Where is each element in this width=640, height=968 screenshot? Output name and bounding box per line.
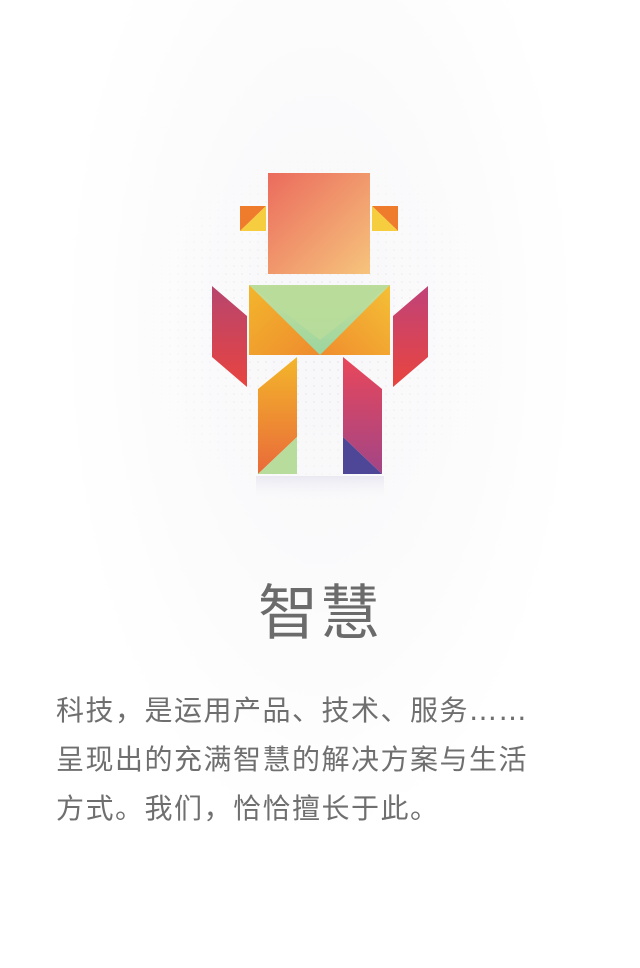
- robot-reflection: [256, 476, 384, 506]
- description-line-1: 科技，是运用产品、技术、服务……: [56, 694, 529, 727]
- description-line-3: 方式。我们，恰恰擅长于此。: [56, 792, 440, 825]
- description-line-2: 呈现出的充满智慧的解决方案与生活: [56, 743, 529, 776]
- robot-right-ear: [372, 206, 398, 231]
- description-paragraph: 科技，是运用产品、技术、服务…… 呈现出的充满智慧的解决方案与生活 方式。我们，…: [56, 686, 596, 833]
- robot-left-ear: [240, 206, 266, 231]
- tangram-robot-icon: [120, 140, 520, 520]
- page-title: 智慧: [258, 579, 382, 649]
- robot-torso: [249, 285, 390, 355]
- robot-head: [268, 173, 370, 274]
- intro-page: 智慧 科技，是运用产品、技术、服务…… 呈现出的充满智慧的解决方案与生活 方式。…: [0, 0, 640, 968]
